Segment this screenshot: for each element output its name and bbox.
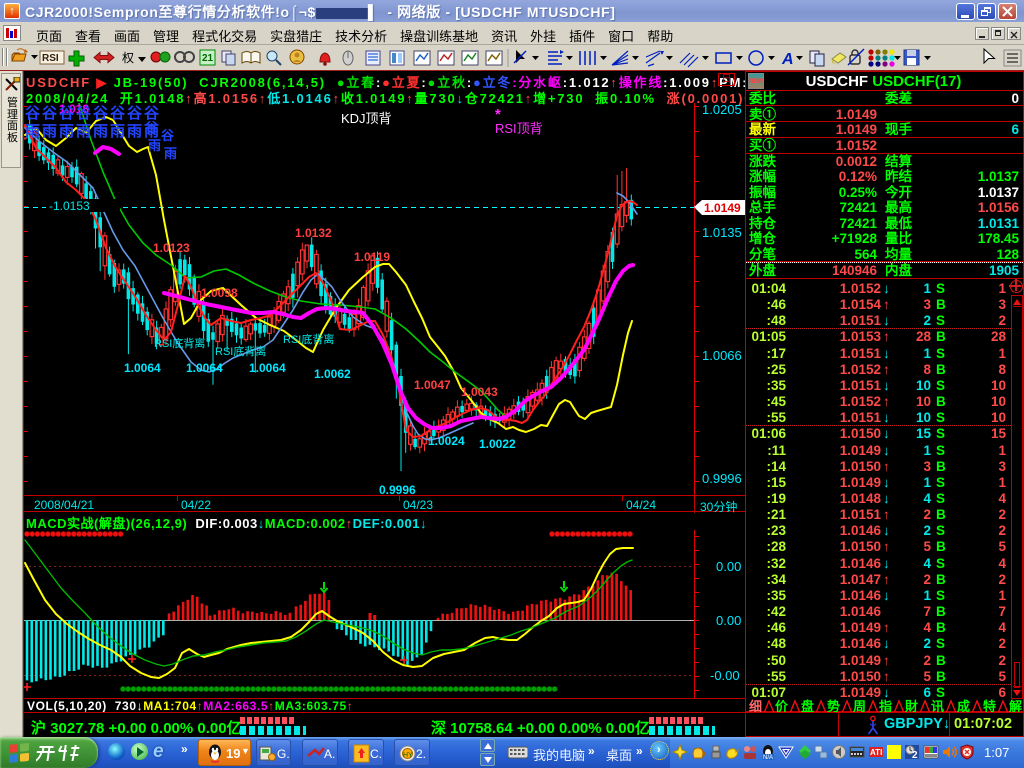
svg-text:1.0123: 1.0123 <box>153 241 190 255</box>
svg-text:KDJ顶背: KDJ顶背 <box>341 111 392 126</box>
svg-text:谷: 谷 <box>110 105 126 122</box>
svg-text:-0.00: -0.00 <box>710 668 740 683</box>
svg-text:21: 21 <box>202 53 214 64</box>
svg-text:RSI顶背: RSI顶背 <box>495 121 543 136</box>
svg-text:谷: 谷 <box>42 105 58 122</box>
svg-text:RSI底背离: RSI底背离 <box>215 344 266 358</box>
svg-text:RSI底背离: RSI底背离 <box>283 332 334 346</box>
svg-text:1.0062: 1.0062 <box>314 367 351 381</box>
svg-text:1.0149: 1.0149 <box>704 201 741 215</box>
svg-text:0.9996: 0.9996 <box>702 471 742 486</box>
svg-text:0.9996: 0.9996 <box>379 483 416 495</box>
svg-text:1.0064: 1.0064 <box>124 361 161 375</box>
svg-text:权: 权 <box>122 51 134 65</box>
svg-text:解: 解 <box>1008 699 1022 713</box>
svg-text:1.0098: 1.0098 <box>201 286 238 300</box>
svg-text:A: A <box>781 51 794 68</box>
svg-text:-1.0153: -1.0153 <box>49 199 90 213</box>
svg-text:1.0047: 1.0047 <box>414 378 451 392</box>
svg-text:周: 周 <box>853 699 866 713</box>
svg-text:细: 细 <box>749 699 762 713</box>
svg-text:雨: 雨 <box>42 123 57 140</box>
svg-text:谷: 谷 <box>59 105 75 122</box>
svg-text:1.0064: 1.0064 <box>249 361 286 375</box>
svg-text:谷: 谷 <box>25 105 41 122</box>
svg-text:特: 特 <box>983 699 996 713</box>
svg-text:1.0024: 1.0024 <box>428 434 465 448</box>
svg-text:2: 2 <box>912 750 918 760</box>
svg-text:雨: 雨 <box>93 123 108 140</box>
svg-text:1.0132: 1.0132 <box>295 226 332 240</box>
svg-text:谷: 谷 <box>145 120 159 135</box>
svg-text:讯: 讯 <box>931 699 944 713</box>
svg-text:雨: 雨 <box>76 123 91 140</box>
svg-text:谷: 谷 <box>93 105 109 122</box>
svg-text:谷: 谷 <box>127 105 143 122</box>
svg-text:RSI底背离: RSI底背离 <box>154 336 205 350</box>
svg-text:1.0205: 1.0205 <box>702 103 742 117</box>
svg-text:RSI: RSI <box>42 53 59 64</box>
svg-text:雨: 雨 <box>59 123 74 140</box>
svg-text:HY: HY <box>403 752 413 759</box>
svg-text:雨: 雨 <box>127 123 142 140</box>
svg-text:1.0066: 1.0066 <box>702 348 742 363</box>
svg-text:势: 势 <box>827 699 840 713</box>
svg-text:ATI: ATI <box>870 748 882 757</box>
svg-text:雨: 雨 <box>148 138 161 153</box>
svg-text:財: 財 <box>904 699 918 713</box>
svg-text:1.0119: 1.0119 <box>354 250 390 264</box>
svg-text:价: 价 <box>775 699 789 713</box>
svg-text:谷: 谷 <box>76 105 92 122</box>
svg-text:指: 指 <box>879 699 892 713</box>
svg-text:谷: 谷 <box>161 128 175 143</box>
svg-text:1.0064: 1.0064 <box>186 361 223 375</box>
svg-text:1.0022: 1.0022 <box>479 437 516 451</box>
svg-text:雨: 雨 <box>25 123 40 140</box>
svg-text:0.00: 0.00 <box>716 559 741 574</box>
svg-text:雨: 雨 <box>110 123 125 140</box>
svg-text:N/A: N/A <box>763 755 773 760</box>
svg-text:成: 成 <box>957 699 970 713</box>
svg-text:雨: 雨 <box>164 146 177 161</box>
svg-text:1.0043: 1.0043 <box>461 385 498 399</box>
svg-text:0.00: 0.00 <box>716 613 741 628</box>
svg-text:1.0135: 1.0135 <box>702 225 742 240</box>
svg-text:盘: 盘 <box>801 699 814 713</box>
